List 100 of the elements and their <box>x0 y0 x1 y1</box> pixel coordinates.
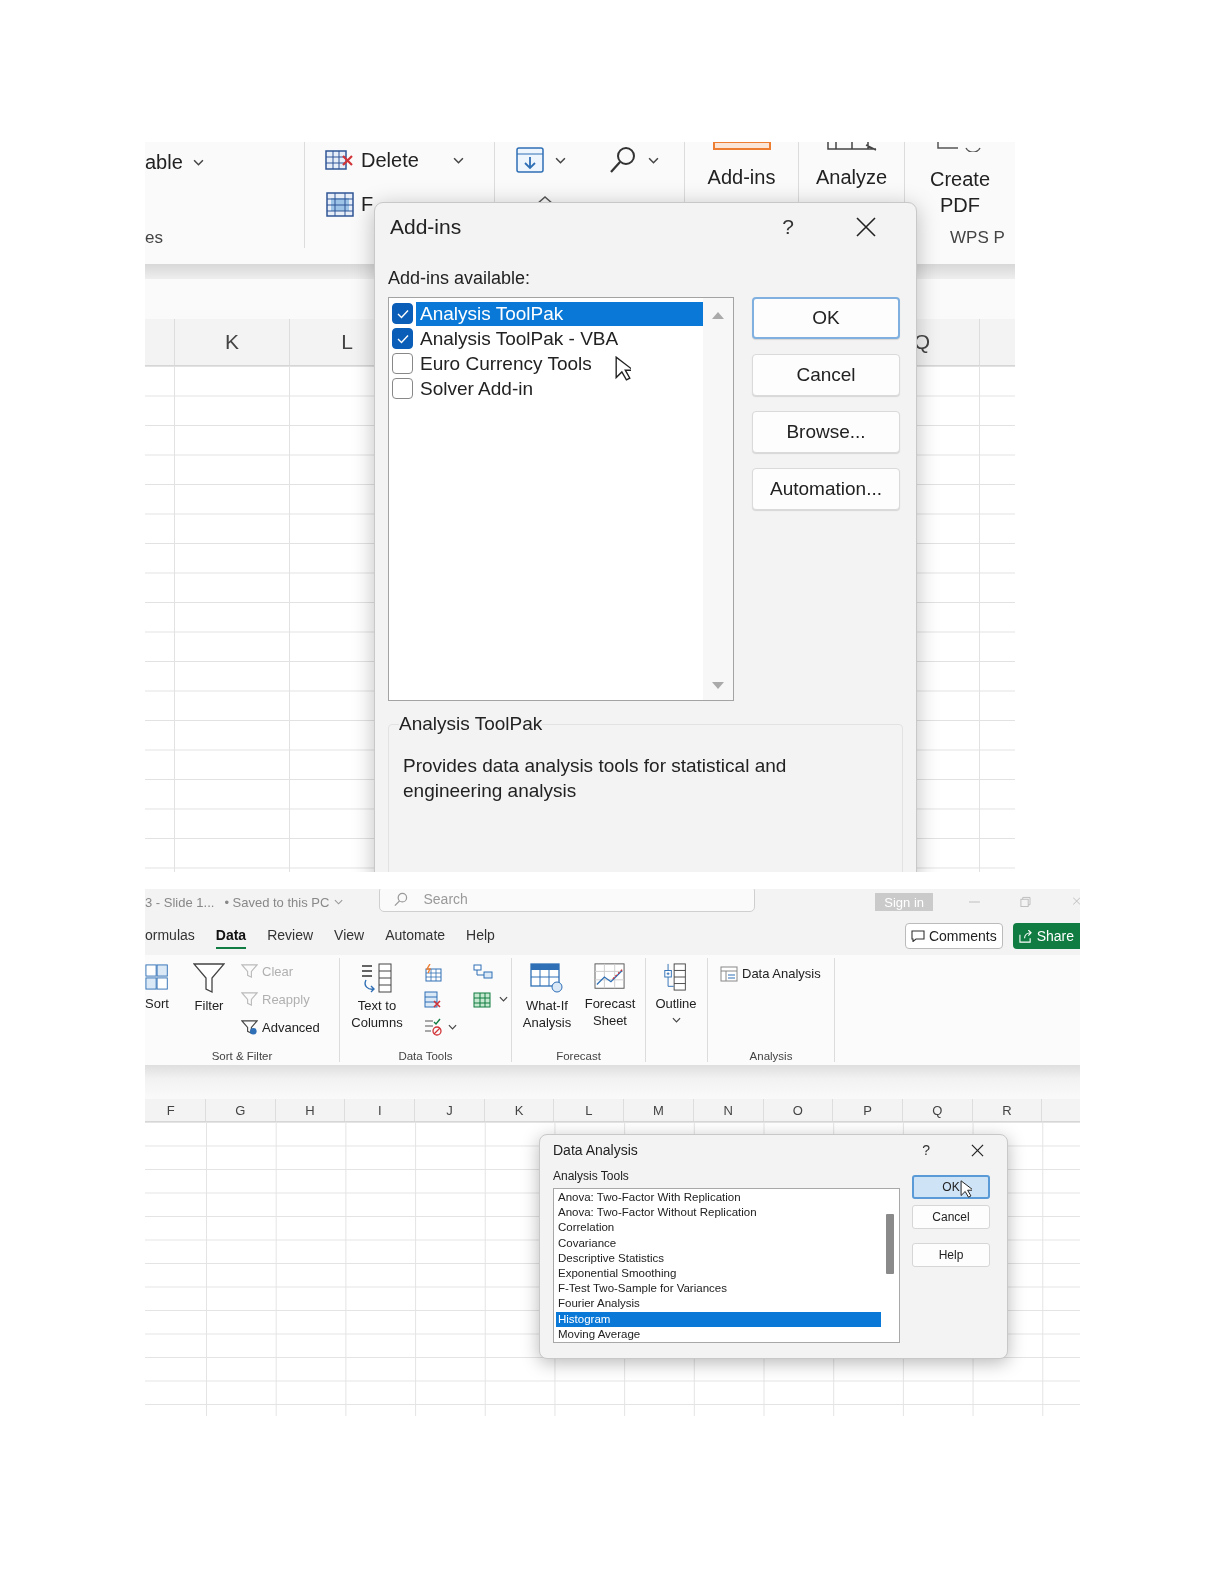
filter-icon <box>193 962 225 994</box>
comments-button[interactable]: Comments <box>904 923 1003 949</box>
ribbon-tab[interactable]: ormulas <box>145 923 195 949</box>
search-icon <box>393 892 409 907</box>
what-if-analysis-command[interactable]: What-If Analysis <box>522 998 572 1032</box>
ribbon-label[interactable]: able <box>145 150 183 174</box>
save-status: • Saved to this PC <box>224 894 330 910</box>
dialog-button[interactable]: Browse... <box>752 411 900 453</box>
group-label: Data Tools <box>397 1050 454 1062</box>
filter-command[interactable]: Filter <box>194 998 224 1015</box>
text-to-columns-icon <box>360 962 394 994</box>
ribbon-tab[interactable]: Help <box>466 923 495 949</box>
share-button[interactable]: Share <box>1012 923 1080 949</box>
ribbon-tab[interactable]: View <box>334 923 365 949</box>
filter-icon <box>241 1019 258 1036</box>
list-item[interactable]: Fourier Analysis <box>556 1296 881 1312</box>
caret-icon[interactable] <box>334 899 344 905</box>
data-validation-icon[interactable] <box>424 1018 442 1036</box>
search-icon[interactable] <box>608 145 638 175</box>
group-label: WPS P <box>950 228 1005 248</box>
column-header[interactable]: M <box>624 1099 694 1121</box>
dialog-title: Data Analysis <box>553 1142 639 1158</box>
column-header[interactable]: G <box>206 1099 276 1121</box>
document-title: 3 - Slide 1... <box>145 894 215 910</box>
list-item[interactable]: Analysis ToolPak - VBA <box>416 326 703 351</box>
column-header[interactable]: H <box>275 1099 346 1121</box>
add-ins-command[interactable]: Add-ins <box>707 166 776 189</box>
dialog-button[interactable]: OK <box>912 1175 990 1199</box>
caret-icon <box>448 1024 457 1030</box>
sort-command[interactable]: Sort <box>145 996 169 1013</box>
group-label: Sort & Filter <box>210 1050 274 1062</box>
checkbox[interactable] <box>392 303 413 324</box>
delete-command[interactable]: Delete <box>361 148 419 172</box>
help-button[interactable]: ? <box>922 1142 930 1158</box>
list-item[interactable]: Exponential Smoothing <box>556 1265 881 1282</box>
checkbox[interactable] <box>392 328 413 349</box>
list-item[interactable]: Histogram <box>556 1311 881 1327</box>
list-item[interactable]: Covariance <box>556 1235 881 1251</box>
caret-icon <box>192 158 204 166</box>
download-icon <box>515 146 545 174</box>
list-item[interactable]: Analysis ToolPak <box>416 301 703 326</box>
list-item[interactable]: Solver Add-in <box>416 376 703 401</box>
checkbox[interactable] <box>392 378 413 399</box>
ribbon-tab[interactable]: Data <box>215 923 247 949</box>
delete-cells-icon <box>325 147 355 173</box>
column-header[interactable]: F <box>145 1099 206 1121</box>
help-button[interactable]: ? <box>782 215 794 239</box>
remove-duplicates-icon[interactable] <box>424 991 442 1009</box>
outline-command[interactable]: Outline <box>655 996 697 1013</box>
create-pdf-command[interactable]: Create PDF <box>930 166 990 218</box>
column-header[interactable]: P <box>833 1099 903 1121</box>
column-header[interactable]: K <box>175 319 290 365</box>
search-field[interactable]: Search <box>379 889 756 912</box>
format-command[interactable]: F <box>361 192 374 216</box>
column-header[interactable]: I <box>345 1099 416 1121</box>
caret-icon <box>671 1016 681 1023</box>
list-item[interactable]: Euro Currency Tools <box>416 351 703 376</box>
list-item[interactable]: F-Test Two-Sample for Variances <box>556 1281 881 1297</box>
list-item[interactable]: Anova: Two-Factor Without Replication <box>556 1205 881 1221</box>
list-label: Add-ins available: <box>388 268 531 289</box>
forecast-sheet-command[interactable]: Forecast Sheet <box>584 996 636 1030</box>
column-header[interactable]: K <box>484 1099 555 1121</box>
column-header[interactable]: R <box>972 1099 1043 1121</box>
dialog-button[interactable]: Automation... <box>752 468 900 510</box>
data-model-icon[interactable] <box>473 989 493 1009</box>
close-icon[interactable] <box>971 1143 984 1157</box>
caret-icon <box>648 156 659 164</box>
dialog-button[interactable]: Help <box>912 1243 990 1267</box>
what-if-icon <box>530 962 564 994</box>
description-text: Provides data analysis tools for statistical and engineering analysis <box>403 754 788 803</box>
analyze-data-command[interactable]: Analyze <box>815 166 888 189</box>
column-header[interactable]: J <box>415 1099 485 1121</box>
caret-icon <box>555 156 566 164</box>
caret-icon <box>499 996 508 1002</box>
dialog-button[interactable]: Cancel <box>752 354 900 396</box>
list-item[interactable]: Anova: Two-Factor With Replication <box>556 1190 881 1206</box>
list-item[interactable]: Moving Average <box>556 1326 881 1342</box>
ribbon-tab[interactable]: Automate <box>385 923 446 949</box>
scroll-down-icon[interactable] <box>711 681 725 691</box>
filter-command[interactable]: Advanced <box>241 1018 320 1037</box>
flash-fill-icon[interactable] <box>424 964 442 982</box>
group-title: Analysis ToolPak <box>399 713 543 735</box>
cursor-icon <box>615 356 631 381</box>
column-header[interactable]: O <box>763 1099 834 1121</box>
relationships-icon[interactable] <box>473 964 493 980</box>
ribbon-tab[interactable]: Review <box>267 923 314 949</box>
close-icon[interactable] <box>856 217 876 237</box>
group-label: es <box>145 228 163 248</box>
dialog-button[interactable]: OK <box>752 297 900 339</box>
list-item[interactable]: Descriptive Statistics <box>556 1250 881 1266</box>
checkbox[interactable] <box>392 353 413 374</box>
text-to-columns-command[interactable]: Text to Columns <box>351 998 403 1032</box>
column-header[interactable]: Q <box>902 1099 973 1121</box>
dialog-button[interactable]: Cancel <box>912 1205 990 1229</box>
data-analysis-command[interactable]: Data Analysis <box>720 964 821 983</box>
scrollbar-thumb[interactable] <box>886 1214 894 1274</box>
column-header[interactable]: N <box>693 1099 764 1121</box>
list-item[interactable]: Correlation <box>556 1220 881 1236</box>
column-header[interactable]: L <box>554 1099 625 1121</box>
list-label: Analysis Tools <box>553 1169 630 1183</box>
